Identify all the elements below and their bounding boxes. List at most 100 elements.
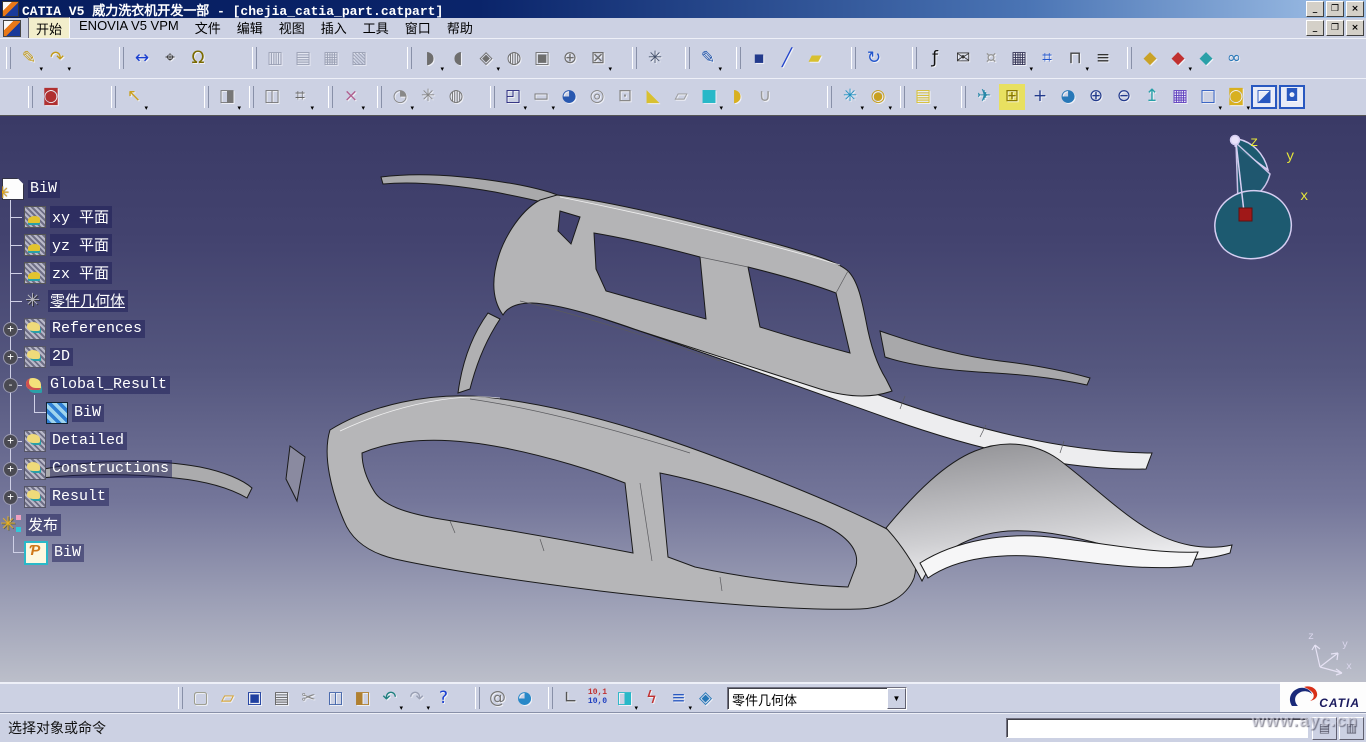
tree-item-发布[interactable]: 发布 bbox=[2, 513, 61, 537]
open-part-workbench-dropdown-icon[interactable]: ▾ bbox=[634, 705, 638, 712]
menu-item-编辑[interactable]: 编辑 bbox=[230, 17, 270, 40]
cut-button[interactable]: ✂ bbox=[296, 686, 321, 710]
tree-item-零件几何体[interactable]: 零件几何体 bbox=[24, 289, 128, 313]
trim-surface-button[interactable]: ∪ bbox=[752, 84, 778, 110]
diabolo-shape-dropdown-icon[interactable]: ▾ bbox=[496, 66, 500, 73]
tree-item-label[interactable]: BiW bbox=[28, 180, 60, 198]
positioned-sketch-button[interactable]: ◰▾ bbox=[500, 84, 526, 110]
snap-to-point-button[interactable]: ×▾ bbox=[338, 84, 364, 110]
whats-this-help-button[interactable]: ? bbox=[431, 686, 456, 710]
tree-expander-expanded[interactable]: - bbox=[3, 378, 18, 393]
circular-stamp-button[interactable]: ⊕ bbox=[557, 45, 583, 71]
axis-systems-button[interactable]: ∟ bbox=[558, 686, 583, 710]
mdi-window-close-button[interactable]: × bbox=[1346, 20, 1364, 36]
delete-useless-button[interactable]: ϟ bbox=[639, 686, 664, 710]
toolbar-handle[interactable] bbox=[328, 86, 333, 108]
plane-button[interactable]: ▰ bbox=[802, 45, 828, 71]
menu-item-视图[interactable]: 视图 bbox=[272, 17, 312, 40]
toolbar-handle[interactable] bbox=[1127, 47, 1132, 69]
manual-update-dropdown-icon[interactable]: ▾ bbox=[888, 105, 892, 112]
mdi-window-minimize-button[interactable]: _ bbox=[1306, 20, 1324, 36]
select-arrow-dropdown-icon[interactable]: ▾ bbox=[144, 105, 148, 112]
visu-sphere-dropdown-icon[interactable]: ▾ bbox=[410, 105, 414, 112]
helmet-surface-button[interactable]: ◕ bbox=[556, 84, 582, 110]
relations-browser-button[interactable]: ⌗ bbox=[1034, 45, 1060, 71]
zoom-in-button[interactable]: ⊕ bbox=[1083, 84, 1109, 110]
power-input-doc-button[interactable]: ▤ bbox=[1312, 717, 1337, 740]
positioned-sketch-dropdown-icon[interactable]: ▾ bbox=[523, 105, 527, 112]
print-document-button[interactable]: ▤ bbox=[269, 686, 294, 710]
measure-inertia-button[interactable]: Ω bbox=[185, 45, 211, 71]
enovia-sync-button[interactable]: @ bbox=[485, 686, 510, 710]
toolbar-handle[interactable] bbox=[249, 86, 254, 108]
bead-shape-button[interactable]: ◗▾ bbox=[417, 45, 443, 71]
menu-item-窗口[interactable]: 窗口 bbox=[398, 17, 438, 40]
open-document-button[interactable]: ▱ bbox=[215, 686, 240, 710]
bead-shape-dropdown-icon[interactable]: ▾ bbox=[440, 66, 444, 73]
sketch-reuse-dropdown-icon[interactable]: ▾ bbox=[551, 105, 555, 112]
insert-surfaces-dropdown-icon[interactable]: ▾ bbox=[933, 105, 937, 112]
quick-view-button[interactable]: ▦ bbox=[1167, 84, 1193, 110]
pan-button[interactable]: + bbox=[1027, 84, 1053, 110]
isometric-view-button[interactable]: □▾ bbox=[1195, 84, 1221, 110]
lock-selected-button[interactable]: ¤ bbox=[978, 45, 1004, 71]
equivalent-dimensions-button[interactable]: ≡ bbox=[1090, 45, 1116, 71]
menu-item-开始[interactable]: 开始 bbox=[28, 17, 70, 40]
tree-expander-collapsed[interactable]: + bbox=[3, 490, 18, 505]
tree-item-label[interactable]: BiW bbox=[52, 544, 84, 562]
undo-dropdown-icon[interactable]: ▾ bbox=[399, 705, 403, 712]
toolbar-handle[interactable] bbox=[119, 47, 124, 69]
plm-update-button[interactable]: ◙ bbox=[38, 84, 64, 110]
check-analysis-button[interactable]: ◆▾ bbox=[1165, 45, 1191, 71]
toolbar-handle[interactable] bbox=[6, 47, 11, 69]
insert-body-button[interactable]: ✎▾ bbox=[16, 45, 42, 71]
tree-item-label[interactable]: 零件几何体 bbox=[48, 290, 128, 312]
mdi-window-restore-button[interactable]: ❐ bbox=[1326, 20, 1344, 36]
comment-button[interactable]: ✉ bbox=[950, 45, 976, 71]
check-analysis-dropdown-icon[interactable]: ▾ bbox=[1188, 66, 1192, 73]
web-browse-button[interactable]: ◕ bbox=[512, 686, 537, 710]
sketch-reuse-button[interactable]: ▭▾ bbox=[528, 84, 554, 110]
redo-dropdown-icon[interactable]: ▾ bbox=[426, 705, 430, 712]
tree-item-label[interactable]: Result bbox=[50, 488, 109, 506]
multi-section-surface-dropdown-icon[interactable]: ▾ bbox=[719, 105, 723, 112]
rotate-button[interactable]: ◕ bbox=[1055, 84, 1081, 110]
tree-expander-collapsed[interactable]: + bbox=[3, 350, 18, 365]
history-graph-dropdown-icon[interactable]: ▾ bbox=[688, 705, 692, 712]
design-table-dropdown-icon[interactable]: ▾ bbox=[1029, 66, 1033, 73]
tree-item-References[interactable]: References bbox=[24, 317, 145, 341]
paste-special-button[interactable]: ◨▾ bbox=[214, 84, 240, 110]
tree-item-label[interactable]: 发布 bbox=[26, 514, 61, 536]
work-on-support-dropdown-icon[interactable]: ▾ bbox=[310, 105, 314, 112]
fit-all-in-button[interactable]: ⊞ bbox=[999, 84, 1025, 110]
cylinder-surface-button[interactable]: ◎ bbox=[584, 84, 610, 110]
formula-button[interactable]: ƒ bbox=[922, 45, 948, 71]
tree-item-label[interactable]: Global_Result bbox=[48, 376, 170, 394]
work-object-combo[interactable]: 零件几何体 ▼ bbox=[727, 687, 907, 710]
menu-item-ENOVIA V5 VPM[interactable]: ENOVIA V5 VPM bbox=[72, 17, 186, 40]
menu-item-工具[interactable]: 工具 bbox=[356, 17, 396, 40]
measure-between-button[interactable]: ↔ bbox=[129, 45, 155, 71]
tree-item-label[interactable]: yz 平面 bbox=[50, 234, 112, 256]
tree-item-zx-平面[interactable]: zx 平面 bbox=[24, 261, 112, 285]
toolbar-handle[interactable] bbox=[851, 47, 856, 69]
tree-expander-collapsed[interactable]: + bbox=[3, 434, 18, 449]
multi-section-surface-button[interactable]: ■▾ bbox=[696, 84, 722, 110]
isometric-view-dropdown-icon[interactable]: ▾ bbox=[1218, 105, 1222, 112]
toolbar-handle[interactable] bbox=[252, 47, 257, 69]
window-close-button[interactable]: × bbox=[1346, 1, 1364, 17]
tools-palette-button[interactable]: ✳ bbox=[642, 45, 668, 71]
toolbar-handle[interactable] bbox=[827, 86, 832, 108]
toolbar-handle[interactable] bbox=[961, 86, 966, 108]
part-comparison-button[interactable]: ◆ bbox=[1193, 45, 1219, 71]
paste-special-dropdown-icon[interactable]: ▾ bbox=[237, 105, 241, 112]
tree-item-BiW[interactable]: BiW bbox=[24, 541, 84, 565]
offset-surface-button[interactable]: ⊡ bbox=[612, 84, 638, 110]
window-minimize-button[interactable]: _ bbox=[1306, 1, 1324, 17]
normal-view-button[interactable]: ↥ bbox=[1139, 84, 1165, 110]
manual-update-button[interactable]: ◉▾ bbox=[865, 84, 891, 110]
point-button[interactable]: ▪ bbox=[746, 45, 772, 71]
tree-item-Result[interactable]: Result bbox=[24, 485, 109, 509]
undo-button[interactable]: ↶▾ bbox=[377, 686, 402, 710]
sketcher-dropdown-icon[interactable]: ▾ bbox=[718, 66, 722, 73]
